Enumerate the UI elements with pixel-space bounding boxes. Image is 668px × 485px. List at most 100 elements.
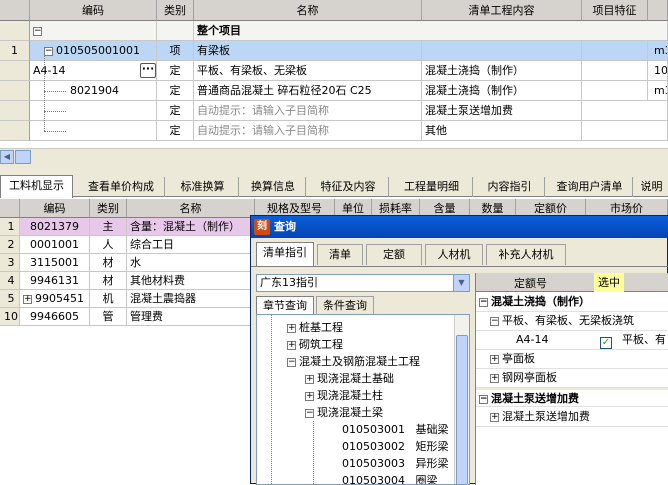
collapse-icon[interactable]: − [287,357,296,367]
tree-node[interactable]: − 现浇混凝土梁 [305,404,383,421]
header-code[interactable]: 编码 [30,0,157,21]
header-quota-no[interactable]: 定额号 [514,275,547,291]
material-code[interactable]: 9946605 [20,308,90,326]
chapter-tree[interactable]: + 桩基工程 + 砌筑工程 − 混凝土及钢筋混凝土工程 + 现浇混凝土基础 + 现浇混凝土… [256,314,470,485]
material-name[interactable]: 混凝土震捣器 [127,290,255,308]
r3-feature[interactable] [582,81,648,101]
dialog-title-bar[interactable]: 刻查询 [251,216,668,238]
r2-name[interactable]: 平板、有梁板、无梁板 [194,61,422,81]
tree-leaf[interactable]: 010503004 圈梁 [342,472,438,484]
tree-leaf[interactable]: 010503002 矩形梁 [342,438,449,455]
r3-content[interactable]: 混凝土浇捣（制作） [422,81,582,101]
more-options-button[interactable]: ··· [140,63,156,78]
whole-type-cell[interactable] [157,21,194,41]
quota-subgroup[interactable]: + 钢网亭面板 [476,369,668,388]
tree-node[interactable]: + 砌筑工程 [287,336,343,353]
region-select[interactable]: 广东13指引 ▼ [256,274,470,292]
tree-leaf[interactable]: 010503001 基础梁 [342,421,449,438]
scroll-left-icon[interactable]: ◀ [0,150,14,164]
tree-node[interactable]: + 现浇混凝土柱 [305,387,383,404]
r2-extra[interactable]: 10 [648,61,668,81]
scroll-thumb[interactable] [15,150,31,164]
expand-icon[interactable]: + [305,391,314,401]
quota-subgroup[interactable]: + 混凝土泵送增加费 [476,408,668,427]
tab-chapter-query[interactable]: 章节查询 [256,296,314,314]
row-number[interactable]: 3 [0,254,20,272]
row-number[interactable]: 4 [0,272,20,290]
r4-type[interactable]: 定 [157,101,194,121]
header-selected[interactable]: 选中 [594,273,624,292]
material-name[interactable]: 含量：混凝土（制作） [127,218,255,236]
material-type[interactable]: 材 [90,272,127,290]
whole-code-cell[interactable]: − [30,21,157,41]
quota-subgroup[interactable]: + 亭面板 [476,350,668,369]
row-number[interactable]: 1 [0,218,20,236]
tab-quantity-detail[interactable]: 工程量明细 [391,177,473,197]
collapse-icon[interactable]: − [33,26,42,36]
row-number[interactable]: 5 [0,290,20,308]
material-type[interactable]: 材 [90,254,127,272]
tab-user-list[interactable]: 查询用户清单 [547,177,633,197]
expand-icon[interactable]: + [287,340,296,350]
r4-content[interactable]: 混凝土泵送增加费 [422,101,582,121]
material-type[interactable]: 机 [90,290,127,308]
row-number[interactable]: 2 [0,236,20,254]
chevron-down-icon[interactable]: ▼ [453,275,469,291]
tree-node[interactable]: − 混凝土及钢筋混凝土工程 [287,353,420,370]
tab-quota[interactable]: 定额 [366,244,422,265]
tree-vertical-scrollbar[interactable] [454,315,469,484]
r3-extra[interactable]: m3 [648,81,668,101]
material-name[interactable]: 水 [127,254,255,272]
tab-list-guide[interactable]: 清单指引 [256,242,314,266]
header-feature[interactable]: 项目特征 [582,0,648,21]
r1-name[interactable]: 有梁板 [194,41,422,61]
check-icon[interactable]: ✓ [600,337,612,349]
splitter[interactable] [0,165,668,175]
r4-feature[interactable] [582,101,668,121]
material-name[interactable]: 综合工日 [127,236,255,254]
expand-icon[interactable]: + [490,354,499,364]
r1-code-cell[interactable]: −010505001001 [30,41,157,61]
tab-price-composition[interactable]: 查看单价构成 [78,177,165,197]
tab-content-guide[interactable]: 内容指引 [475,177,545,197]
expand-icon[interactable]: + [23,294,32,304]
material-type[interactable]: 主 [90,218,127,236]
tab-explanation[interactable]: 说明 [635,177,668,197]
expand-icon[interactable]: + [305,374,314,384]
r2-feature[interactable] [582,61,648,81]
whole-project-name[interactable]: 整个项目 [194,21,668,41]
query-dialog[interactable]: 刻查询 清单指引 清单 定额 人材机 补充人材机 广东13指引 ▼ 章节查询 条… [250,215,668,485]
collapse-icon[interactable]: − [44,46,53,56]
header-extra[interactable] [648,0,668,21]
expand-icon[interactable]: + [287,323,296,333]
r3-name[interactable]: 普通商品混凝土 碎石粒径20石 C25 [194,81,422,101]
horizontal-scrollbar[interactable]: ◀ [0,148,668,165]
tab-labor-material[interactable]: 工料机显示 [0,175,73,198]
r2-content[interactable]: 混凝土浇捣（制作） [422,61,582,81]
header-name[interactable]: 名称 [194,0,422,21]
r1-type[interactable]: 项 [157,41,194,61]
quota-group[interactable]: − 混凝土泵送增加费 [476,388,668,407]
tab-labor-material-machine[interactable]: 人材机 [425,244,483,265]
r1-extra[interactable]: m3 [648,41,668,61]
r5-name-hint[interactable]: 自动提示：请输入子目简称 [194,121,422,141]
header-type[interactable]: 类别 [90,199,127,218]
collapse-icon[interactable]: − [490,316,499,326]
header-type[interactable]: 类别 [157,0,194,21]
r4-name-hint[interactable]: 自动提示：请输入子目简称 [194,101,422,121]
r5-feature[interactable] [582,121,668,141]
quota-group[interactable]: − 混凝土浇捣（制作） [476,293,668,312]
tab-conversion-info[interactable]: 换算信息 [241,177,306,197]
material-code[interactable]: 3115001 [20,254,90,272]
collapse-icon[interactable]: − [479,394,488,404]
quota-panel[interactable]: 定额号 选中 − 混凝土浇捣（制作） − 平板、有梁板、无梁板浇筑 A4-14 ✓ … [475,273,668,485]
r2-code-cell[interactable]: A4-14 [0,61,157,81]
material-type[interactable]: 人 [90,236,127,254]
r5-type[interactable]: 定 [157,121,194,141]
tab-list[interactable]: 清单 [317,244,363,265]
material-code[interactable]: 0001001 [20,236,90,254]
tree-leaf[interactable]: 010503003 异形梁 [342,455,449,472]
tree-node[interactable]: + 桩基工程 [287,319,343,336]
r2-type[interactable]: 定 [157,61,194,81]
tab-condition-query[interactable]: 条件查询 [316,296,374,314]
